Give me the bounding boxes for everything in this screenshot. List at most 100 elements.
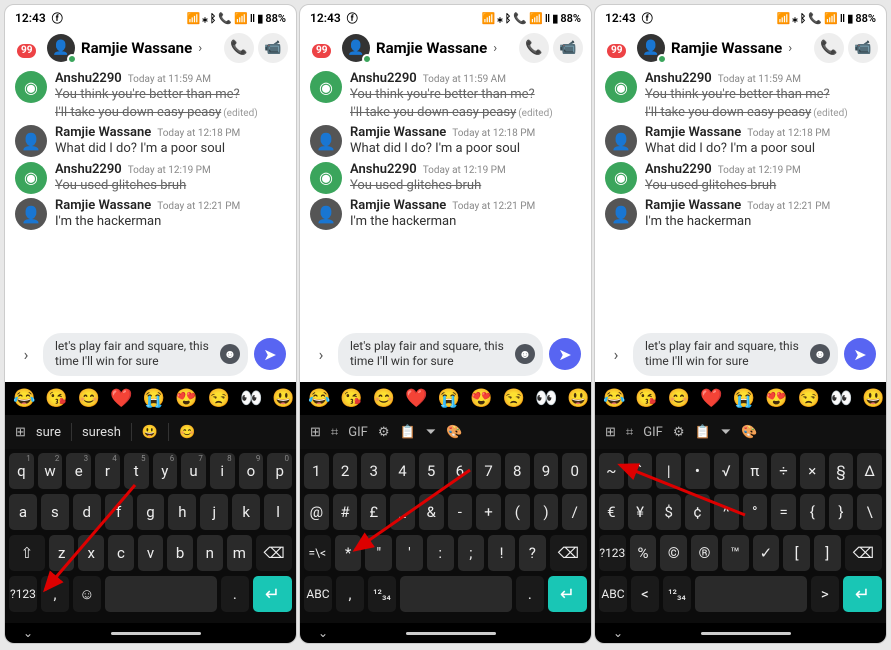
send-button[interactable]: ➤ — [549, 338, 581, 370]
key[interactable]: v — [138, 535, 164, 571]
key[interactable]: k — [232, 494, 260, 530]
key[interactable]: n — [197, 535, 223, 571]
chat-title[interactable]: Ramjie Wassane — [81, 39, 192, 57]
key[interactable]: m — [227, 535, 253, 571]
key[interactable]: > — [811, 576, 839, 612]
message-author[interactable]: Ramjie Wassane — [350, 198, 446, 213]
key[interactable]: ^ — [714, 494, 739, 530]
key[interactable]: " — [365, 535, 392, 571]
key[interactable]: £ — [361, 494, 386, 530]
key[interactable]: . — [516, 576, 544, 612]
emoji-suggestion[interactable]: 👀 — [830, 388, 852, 409]
message-author[interactable]: Ramjie Wassane — [645, 198, 741, 213]
mode-switch-key[interactable]: ?123 — [599, 535, 626, 571]
key[interactable]: ] — [814, 535, 841, 571]
key[interactable]: w2 — [38, 453, 63, 489]
emoji-suggestion[interactable]: 😊 — [668, 388, 690, 409]
key[interactable]: ' — [396, 535, 423, 571]
key[interactable]: j — [200, 494, 228, 530]
numpad-key[interactable]: ¹²₃₄ — [368, 576, 396, 612]
emoji-suggestion[interactable]: 😃 — [272, 388, 294, 409]
key[interactable]: 3 — [361, 453, 386, 489]
emoji-suggestion[interactable]: 😒 — [503, 388, 525, 409]
nav-down-icon[interactable]: ⌄ — [318, 626, 328, 640]
key[interactable]: ¥ — [628, 494, 653, 530]
key[interactable]: i8 — [210, 453, 235, 489]
back-button[interactable]: ←99 — [13, 36, 43, 61]
key[interactable]: : — [427, 535, 454, 571]
key[interactable]: + — [476, 494, 501, 530]
key[interactable]: 6 — [448, 453, 473, 489]
toolbar-icon[interactable]: 📋 — [399, 425, 415, 440]
key[interactable]: , — [41, 576, 69, 612]
message-input[interactable]: let's play fair and square, this time I'… — [43, 333, 248, 376]
key[interactable]: ? — [519, 535, 546, 571]
mode-switch-key[interactable]: ABC — [599, 576, 627, 612]
message-author[interactable]: Ramjie Wassane — [55, 198, 151, 213]
emoji-picker-icon[interactable]: ☻ — [810, 344, 830, 364]
emoji-suggestion[interactable]: 😊 — [78, 388, 100, 409]
suggestion[interactable]: 😃 — [142, 425, 158, 440]
message-avatar[interactable]: 👤 — [15, 125, 47, 157]
nav-down-icon[interactable]: ⌄ — [23, 626, 33, 640]
emoji-suggestion[interactable]: 😊 — [373, 388, 395, 409]
nav-down-icon[interactable]: ⌄ — [613, 626, 623, 640]
video-call-button[interactable]: 📹 — [848, 33, 878, 63]
message-avatar[interactable]: ◉ — [605, 162, 637, 194]
emoji-suggestion[interactable]: 😂 — [13, 388, 35, 409]
toolbar-icon[interactable]: ⚙ — [673, 425, 685, 440]
key[interactable]: f — [105, 494, 133, 530]
message-avatar[interactable]: 👤 — [310, 125, 342, 157]
key[interactable]: & — [419, 494, 444, 530]
toolbar-icon[interactable]: 🎨 — [741, 425, 757, 440]
keyboard-menu-icon[interactable]: ⊞ — [15, 425, 26, 440]
video-call-button[interactable]: 📹 — [258, 33, 288, 63]
expand-button[interactable]: › — [310, 336, 332, 372]
toolbar-icon[interactable]: ⌗ — [626, 425, 633, 440]
emoji-suggestion[interactable]: 😂 — [308, 388, 330, 409]
emoji-suggestion[interactable]: 😒 — [798, 388, 820, 409]
key[interactable]: u7 — [181, 453, 206, 489]
mode-switch-key[interactable]: =\< — [304, 535, 331, 571]
message-author[interactable]: Anshu2290 — [645, 162, 712, 177]
mode-switch-key[interactable]: ABC — [304, 576, 332, 612]
emoji-suggestion[interactable]: 😘 — [45, 388, 67, 409]
key[interactable]: \ — [857, 494, 882, 530]
emoji-suggestion[interactable]: ❤️ — [405, 388, 427, 409]
key[interactable]: ; — [458, 535, 485, 571]
key[interactable]: ~ — [599, 453, 624, 489]
nav-home-icon[interactable] — [701, 632, 791, 635]
enter-key[interactable]: ↵ — [253, 576, 292, 612]
key[interactable]: < — [631, 576, 659, 612]
key[interactable]: . — [221, 576, 249, 612]
key[interactable]: ¢ — [685, 494, 710, 530]
key[interactable]: c — [108, 535, 134, 571]
key[interactable]: ∆ — [857, 453, 882, 489]
message-avatar[interactable]: ◉ — [15, 162, 47, 194]
backspace-key[interactable]: ⌫ — [845, 535, 882, 571]
key[interactable]: ™ — [722, 535, 749, 571]
toolbar-icon[interactable]: GIF — [643, 425, 663, 440]
message-author[interactable]: Anshu2290 — [55, 162, 122, 177]
key[interactable]: 0 — [562, 453, 587, 489]
message-author[interactable]: Ramjie Wassane — [645, 125, 741, 140]
message-author[interactable]: Anshu2290 — [55, 71, 122, 86]
emoji-suggestion[interactable]: 😘 — [340, 388, 362, 409]
emoji-suggestion[interactable]: 👀 — [535, 388, 557, 409]
key[interactable]: | — [656, 453, 681, 489]
back-button[interactable]: ←99 — [308, 36, 338, 61]
emoji-picker-icon[interactable]: ☻ — [515, 344, 535, 364]
toolbar-icon[interactable]: 📋 — [694, 425, 710, 440]
header-avatar[interactable]: 👤 — [47, 34, 75, 62]
space-key[interactable] — [105, 576, 217, 612]
message-avatar[interactable]: 👤 — [15, 198, 47, 230]
space-key[interactable] — [695, 576, 807, 612]
voice-call-button[interactable]: 📞 — [519, 33, 549, 63]
key[interactable]: ( — [505, 494, 530, 530]
key[interactable]: b — [167, 535, 193, 571]
backspace-key[interactable]: ⌫ — [256, 535, 292, 571]
key[interactable]: e3 — [66, 453, 91, 489]
mode-switch-key[interactable]: ?123 — [9, 576, 37, 612]
nav-home-icon[interactable] — [111, 632, 201, 635]
emoji-suggestion[interactable]: 😍 — [470, 388, 492, 409]
